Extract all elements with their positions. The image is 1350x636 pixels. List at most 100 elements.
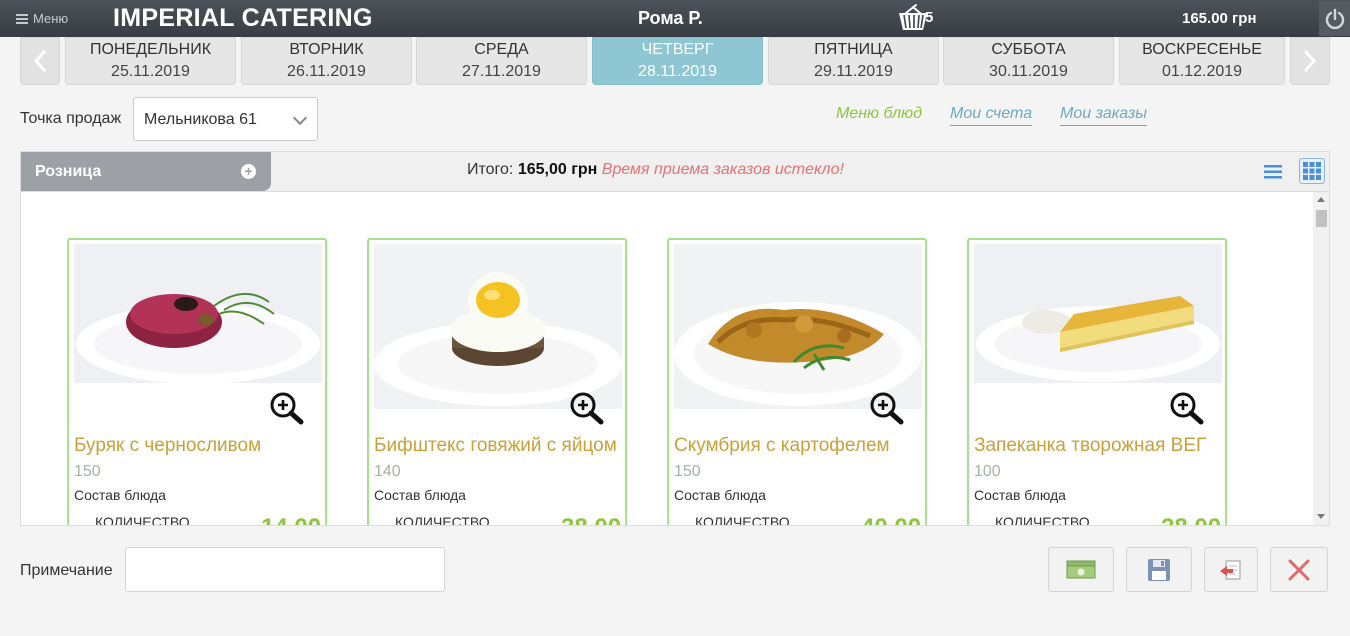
- dish-card[interactable]: Бифштекс говяжий с яйцом 140 Состав блюд…: [367, 238, 627, 526]
- dish-weight: 150: [674, 463, 701, 480]
- scroll-up-arrow-icon[interactable]: [1317, 197, 1325, 202]
- hamburger-icon: [16, 13, 28, 24]
- day-date: 01.12.2019: [1161, 63, 1243, 80]
- return-order-button[interactable]: [1204, 547, 1258, 592]
- day-date: 30.11.2019: [989, 63, 1068, 80]
- zoom-icon[interactable]: [869, 391, 905, 425]
- dish-weight: 150: [74, 463, 101, 480]
- brand-title: IMPERIAL CATERING: [113, 4, 373, 32]
- user-name[interactable]: Рома Р.: [638, 8, 703, 29]
- dish-composition-link[interactable]: Состав блюда: [374, 487, 466, 503]
- dish-weight: 100: [974, 463, 1001, 480]
- dish-photo-cottage-cheese-casserole[interactable]: [974, 244, 1222, 383]
- dish-photo-mackerel-potato[interactable]: [674, 244, 922, 409]
- beet-salad-image: [74, 244, 322, 383]
- dish-card[interactable]: Запеканка творожная ВЕГ 100 Состав блюда…: [967, 238, 1227, 526]
- dish-price: 14.00: [261, 514, 321, 525]
- day-date: 25.11.2019: [111, 63, 190, 80]
- dish-card[interactable]: Буряк с черносливом 150 Состав блюда КОЛ…: [67, 238, 327, 526]
- dish-composition-link[interactable]: Состав блюда: [674, 487, 766, 503]
- total-label: Итого:: [467, 161, 514, 178]
- grid-view-icon: [1303, 162, 1321, 180]
- power-icon: [1325, 8, 1344, 29]
- cart-count: 5: [925, 9, 934, 26]
- plus-icon[interactable]: +: [241, 164, 256, 179]
- dish-composition-link[interactable]: Состав блюда: [74, 487, 166, 503]
- day-name: ВОСКРЕСЕНЬЕ: [1142, 41, 1262, 58]
- grid-view-button[interactable]: [1299, 158, 1325, 184]
- quantity-label: КОЛИЧЕСТВО: [395, 514, 490, 526]
- dish-card[interactable]: Скумбрия с картофелем 150 Состав блюда К…: [667, 238, 927, 526]
- dish-grid: Буряк с черносливом 150 Состав блюда КОЛ…: [20, 191, 1330, 526]
- day-name: СУББОТА: [991, 41, 1066, 58]
- scroll-down-arrow-icon[interactable]: [1317, 514, 1325, 519]
- quantity-label: КОЛИЧЕСТВО: [995, 514, 1090, 526]
- casserole-image: [974, 244, 1222, 383]
- zoom-icon[interactable]: [569, 391, 605, 425]
- prev-week-button[interactable]: [20, 37, 60, 85]
- sales-point-value: Мельникова 61: [144, 111, 257, 128]
- dish-weight: 140: [374, 463, 401, 480]
- day-tab-thursday[interactable]: ЧЕТВЕРГ 28.11.2019: [592, 37, 763, 85]
- dish-composition-link[interactable]: Состав блюда: [974, 487, 1066, 503]
- dish-photo-beefsteak-egg[interactable]: [374, 244, 622, 409]
- tab-retail-label: Розница: [35, 163, 102, 180]
- dish-price: 40.00: [861, 514, 921, 525]
- next-week-button[interactable]: [1290, 37, 1330, 85]
- dish-title[interactable]: Бифштекс говяжий с яйцом: [374, 435, 617, 457]
- days-bar: ПОНЕДЕЛЬНИК 25.11.2019 ВТОРНИК 26.11.201…: [20, 37, 1330, 85]
- day-tab-friday[interactable]: ПЯТНИЦА 29.11.2019: [768, 37, 939, 85]
- day-date: 29.11.2019: [814, 63, 893, 80]
- scrollbar-thumb[interactable]: [1316, 210, 1327, 227]
- list-view-icon[interactable]: [1263, 162, 1283, 182]
- close-icon: [1288, 559, 1310, 580]
- note-input[interactable]: [125, 547, 445, 592]
- day-tab-saturday[interactable]: СУББОТА 30.11.2019: [943, 37, 1114, 85]
- day-tab-tuesday[interactable]: ВТОРНИК 26.11.2019: [241, 37, 412, 85]
- total-value: 165,00 грн: [517, 161, 598, 178]
- day-tab-wednesday[interactable]: СРЕДА 27.11.2019: [416, 37, 587, 85]
- beefsteak-egg-image: [374, 244, 622, 409]
- receipt-return-icon: [1220, 560, 1241, 579]
- link-dish-menu[interactable]: Меню блюд: [836, 105, 922, 123]
- menu-label: Меню: [33, 11, 69, 26]
- vertical-scrollbar[interactable]: [1313, 192, 1329, 525]
- day-tab-monday[interactable]: ПОНЕДЕЛЬНИК 25.11.2019: [65, 37, 236, 85]
- day-date: 28.11.2019: [638, 63, 717, 80]
- day-date: 27.11.2019: [462, 63, 541, 80]
- chevron-right-icon: [1303, 49, 1317, 73]
- dish-price: 38.00: [561, 514, 621, 525]
- quantity-label: КОЛИЧЕСТВО: [95, 514, 190, 526]
- sales-point-select[interactable]: Мельникова 61: [133, 97, 318, 141]
- save-button[interactable]: [1126, 547, 1192, 592]
- order-total: Итого: 165,00 грн Время приема заказов и…: [467, 161, 844, 179]
- panel-header: Розница + Итого: 165,00 грн Время приема…: [20, 151, 1330, 192]
- day-tab-sunday[interactable]: ВОСКРЕСЕНЬЕ 01.12.2019: [1119, 37, 1285, 85]
- dish-title[interactable]: Скумбрия с картофелем: [674, 435, 890, 457]
- note-label: Примечание: [20, 562, 113, 579]
- day-name: ПОНЕДЕЛЬНИК: [89, 41, 212, 58]
- cancel-button[interactable]: [1270, 547, 1328, 592]
- expired-message: Время приема заказов истекло!: [601, 161, 844, 178]
- logout-button[interactable]: [1319, 1, 1350, 36]
- money-icon: [1066, 560, 1096, 578]
- dish-title[interactable]: Буряк с черносливом: [74, 435, 261, 457]
- header-total: 165.00 грн: [1182, 10, 1257, 27]
- link-my-bills[interactable]: Мои счета: [950, 105, 1033, 126]
- zoom-icon[interactable]: [269, 391, 305, 425]
- day-name: ВТОРНИК: [289, 41, 364, 58]
- quantity-label: КОЛИЧЕСТВО: [695, 514, 790, 526]
- dish-title[interactable]: Запеканка творожная ВЕГ: [974, 435, 1206, 457]
- dish-photo-beet-salad[interactable]: [74, 244, 322, 383]
- menu-button[interactable]: Меню: [16, 11, 68, 26]
- sales-point-label: Точка продаж: [20, 110, 122, 127]
- link-my-orders[interactable]: Мои заказы: [1060, 105, 1148, 126]
- chevron-left-icon: [33, 49, 47, 73]
- day-date: 26.11.2019: [287, 63, 366, 80]
- save-icon: [1148, 558, 1170, 581]
- dish-price: 28.00: [1161, 514, 1221, 525]
- basket-icon[interactable]: [896, 4, 940, 32]
- tab-retail[interactable]: Розница +: [21, 152, 271, 191]
- pay-button[interactable]: [1048, 547, 1114, 592]
- zoom-icon[interactable]: [1169, 391, 1205, 425]
